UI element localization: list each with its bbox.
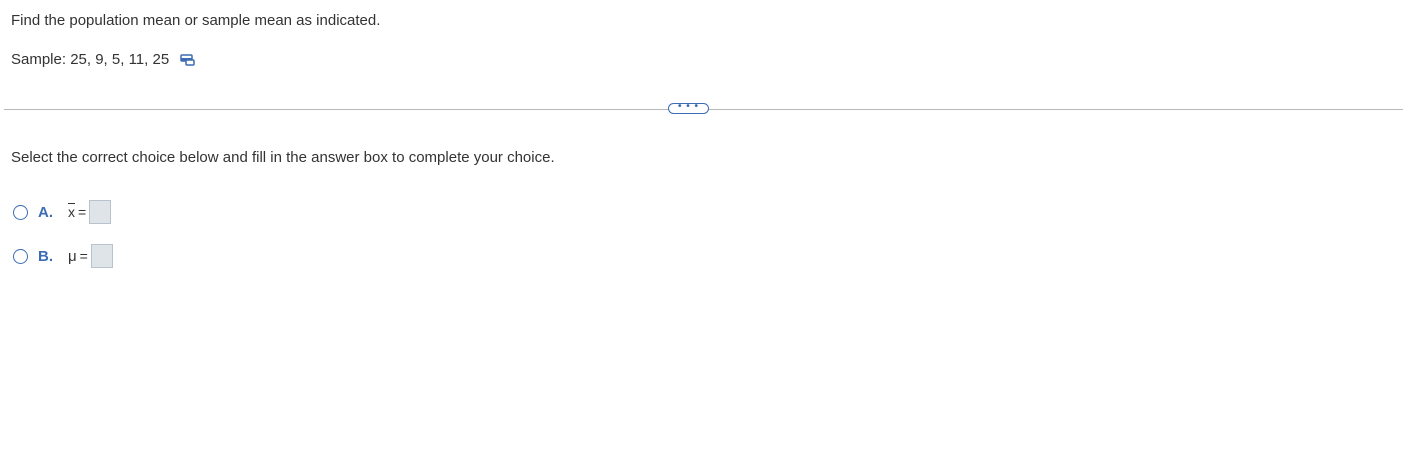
- copy-data-icon[interactable]: [180, 53, 196, 67]
- x-bar-label: x: [68, 204, 75, 220]
- sample-mean-answer-input[interactable]: [89, 200, 112, 224]
- choice-b-radio[interactable]: [13, 248, 28, 264]
- equals-sign: =: [79, 248, 88, 264]
- population-mean-answer-input[interactable]: [90, 244, 113, 268]
- population-mean-symbol: μ =: [68, 248, 88, 265]
- sample-data-line: Sample: 25, 9, 5, 11, 25: [11, 51, 196, 68]
- choice-a-radio[interactable]: [13, 204, 28, 220]
- choice-b[interactable]: B. μ =: [13, 243, 113, 269]
- choice-a-letter: A.: [38, 203, 53, 221]
- sample-mean-symbol: x =: [68, 204, 86, 220]
- mu-label: μ: [68, 247, 77, 265]
- question-prompt: Find the population mean or sample mean …: [11, 12, 381, 29]
- equals-sign: =: [78, 204, 87, 220]
- ellipsis-icon: • • •: [677, 100, 700, 112]
- instruction-text: Select the correct choice below and fill…: [11, 149, 555, 166]
- expand-more-button[interactable]: • • •: [668, 100, 709, 114]
- sample-values: Sample: 25, 9, 5, 11, 25: [11, 51, 170, 68]
- choice-a[interactable]: A. x =: [13, 199, 112, 225]
- choice-b-letter: B.: [38, 247, 53, 265]
